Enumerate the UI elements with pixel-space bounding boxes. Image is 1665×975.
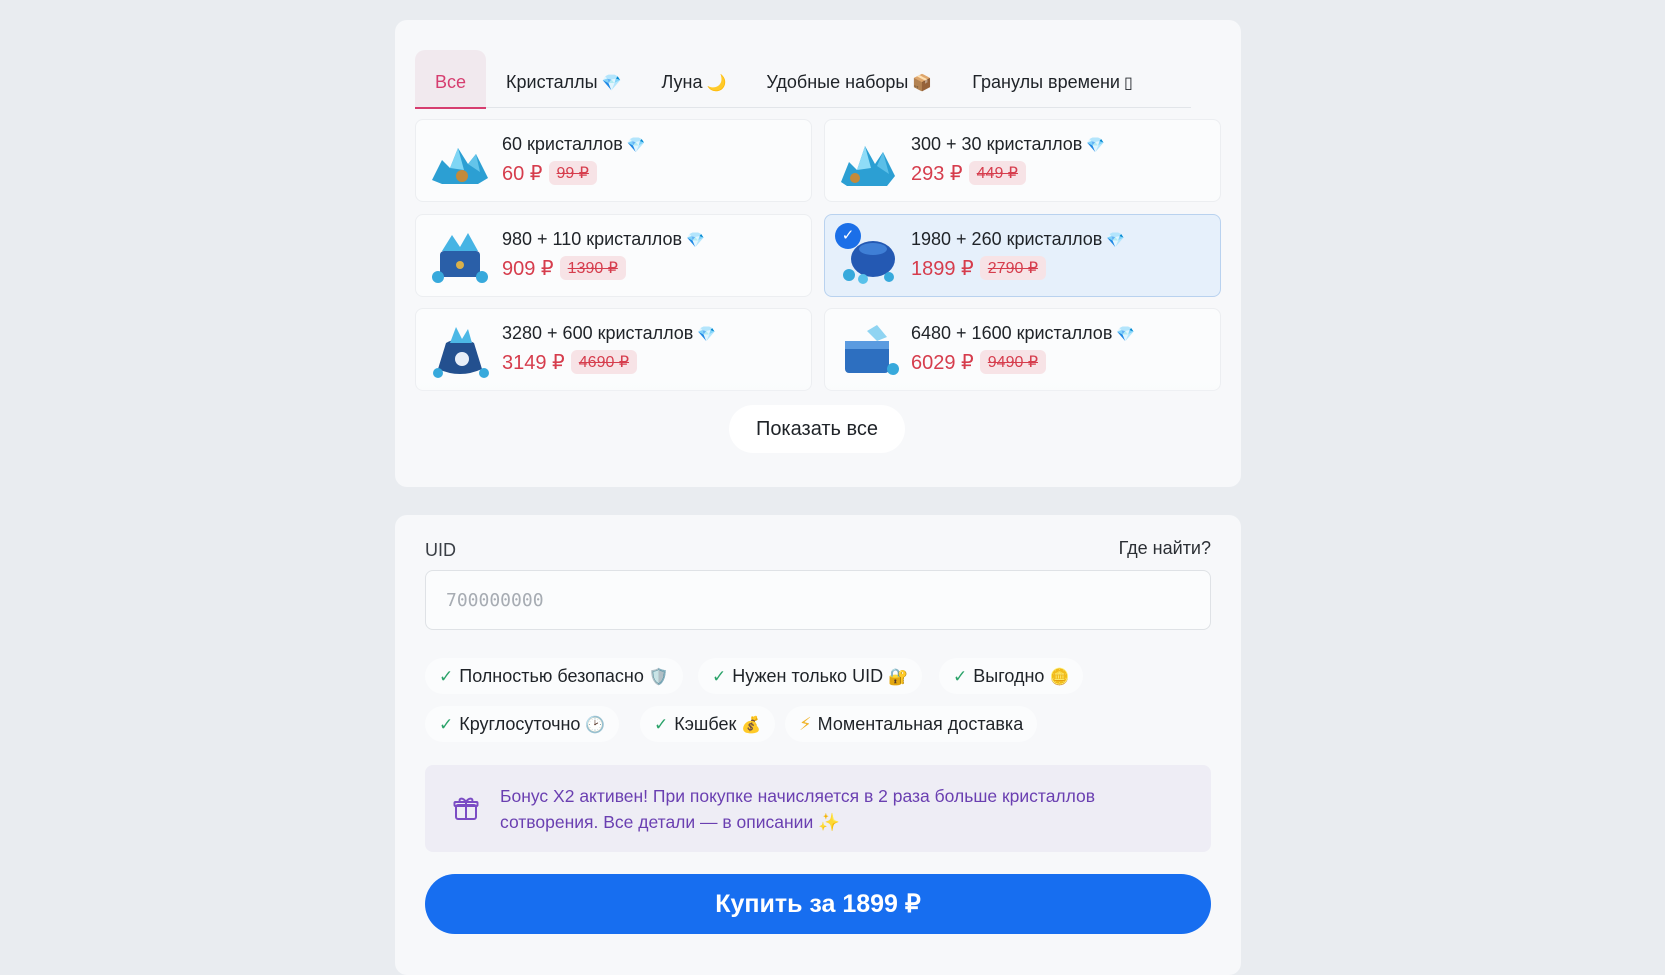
product-price: 1899 ₽2790 ₽: [911, 256, 1046, 281]
uid-input[interactable]: [425, 570, 1211, 630]
crystal-sack-icon: [433, 327, 489, 378]
where-to-find-link[interactable]: Где найти?: [1119, 538, 1211, 559]
product-card[interactable]: 300 + 30 кристаллов 💎 293 ₽449 ₽: [824, 119, 1221, 202]
product-price: 3149 ₽4690 ₽: [502, 350, 637, 375]
old-price: 99 ₽: [548, 161, 597, 185]
product-name: 3280 + 600 кристаллов 💎: [502, 323, 717, 343]
checkout-card: UID Где найти? ✓Полностью безопасно🛡️ ✓Н…: [395, 515, 1241, 975]
tab-label: Все: [435, 72, 467, 92]
product-card[interactable]: 60 кристаллов 💎 60 ₽99 ₽: [415, 119, 812, 202]
old-price: 1390 ₽: [559, 256, 626, 280]
crystal-chest-icon: [432, 233, 488, 283]
feature-badge: ✓ Круглосуточно 🕑: [425, 706, 620, 742]
crystal-pile-icon: [432, 148, 488, 184]
selected-check-icon: ✓: [835, 223, 861, 249]
crystal-chest-icon: [845, 325, 899, 375]
product-name: 300 + 30 кристаллов 💎: [911, 134, 1106, 154]
tab-label: Кристаллы: [506, 72, 598, 92]
product-name: 6480 + 1600 кристаллов 💎: [911, 323, 1136, 343]
diamond-icon: 💎: [1086, 137, 1106, 154]
shield-icon: 🛡️: [648, 669, 669, 686]
tab-label: Луна: [661, 72, 703, 92]
check-icon: ✓: [953, 667, 968, 686]
old-price: 9490 ₽: [979, 350, 1046, 374]
package-icon: 📦: [912, 75, 933, 92]
bonus-banner: Бонус X2 активен! При покупке начисляетс…: [425, 765, 1211, 852]
buy-button[interactable]: Купить за 1899 ₽: [425, 874, 1211, 934]
show-all-button[interactable]: Показать все: [729, 405, 905, 453]
lightning-icon: ⚡: [799, 714, 812, 734]
product-card[interactable]: 6480 + 1600 кристаллов 💎 6029 ₽9490 ₽: [824, 308, 1221, 391]
uid-label: UID: [425, 540, 456, 560]
feature-badge: ✓ Нужен только UID 🔐: [698, 658, 922, 694]
tab-moon[interactable]: Луна 🌙: [642, 50, 747, 108]
diamond-icon: 💎: [697, 326, 717, 343]
diamond-icon: 💎: [626, 137, 646, 154]
tab-label: Удобные наборы: [766, 72, 909, 92]
product-card[interactable]: 3280 + 600 кристаллов 💎 3149 ₽4690 ₽: [415, 308, 812, 391]
old-price: 449 ₽: [968, 161, 1026, 185]
product-name: 980 + 110 кристаллов 💎: [502, 229, 705, 249]
crystal-pile-icon: [841, 146, 895, 186]
feature-badge: ⚡ Моментальная доставка: [785, 706, 1038, 742]
product-card[interactable]: 980 + 110 кристаллов 💎 909 ₽1390 ₽: [415, 214, 812, 297]
feature-badge: ✓ Кэшбек 💰: [640, 706, 776, 742]
old-price: 2790 ₽: [979, 256, 1046, 280]
product-name: 60 кристаллов 💎: [502, 134, 646, 154]
tab-bundles[interactable]: Удобные наборы 📦: [746, 50, 952, 108]
coin-icon: 🪙: [1049, 669, 1070, 686]
tab-all[interactable]: Все: [415, 50, 487, 109]
products-card: Все Кристаллы 💎 Луна 🌙 Удобные наборы 📦 Гра…: [395, 20, 1241, 487]
diamond-icon: 💎: [686, 232, 705, 249]
check-icon: ✓: [654, 715, 669, 734]
product-name: 1980 + 260 кристаллов 💎: [911, 229, 1126, 249]
gift-icon: [453, 797, 479, 820]
product-price: 293 ₽449 ₽: [911, 161, 1026, 186]
feature-badge: ✓ Выгодно 🪙: [939, 658, 1084, 694]
diamond-icon: 💎: [1116, 326, 1136, 343]
tab-label: Гранулы времени: [972, 72, 1120, 92]
money-bag-icon: 💰: [741, 717, 762, 734]
bonus-text: Бонус X2 активен! При покупке начисляетс…: [500, 786, 1096, 832]
clock-icon: 🕑: [585, 717, 606, 734]
diamond-icon: 💎: [601, 75, 622, 92]
tab-crystals[interactable]: Кристаллы 💎: [486, 50, 641, 108]
old-price: 4690 ₽: [570, 350, 637, 374]
moon-icon: 🌙: [706, 75, 727, 92]
check-icon: ✓: [439, 715, 454, 734]
missing-glyph-icon: ▯: [1124, 75, 1133, 92]
tab-time-granules[interactable]: Гранулы времени ▯: [952, 50, 1153, 108]
lock-icon: 🔐: [888, 669, 908, 686]
product-price: 6029 ₽9490 ₽: [911, 350, 1046, 375]
diamond-icon: 💎: [1106, 232, 1126, 249]
category-tabs: Все Кристаллы 💎 Луна 🌙 Удобные наборы 📦 Гра…: [415, 50, 1191, 109]
product-card-selected[interactable]: ✓ 1980 + 260 кристаллов 💎 1899 ₽2790 ₽: [824, 214, 1221, 297]
product-price: 60 ₽99 ₽: [502, 161, 597, 186]
check-icon: ✓: [712, 667, 727, 686]
product-price: 909 ₽1390 ₽: [502, 256, 626, 281]
check-icon: ✓: [439, 667, 454, 686]
feature-badge: ✓ Полностью безопасно 🛡️: [425, 658, 683, 694]
